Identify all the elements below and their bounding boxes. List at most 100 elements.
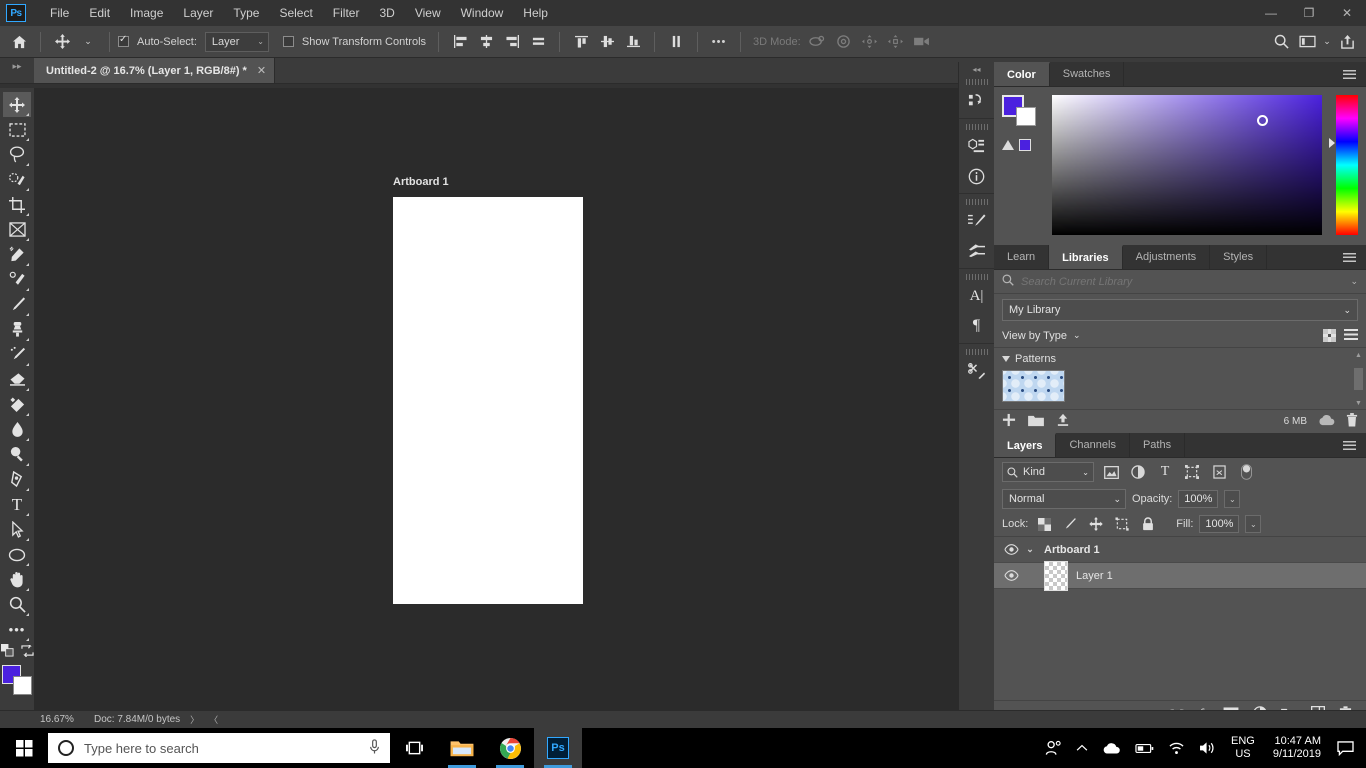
distribute-horizontal-icon[interactable]: [525, 30, 551, 54]
gamut-warning-row[interactable]: [1002, 139, 1031, 151]
panel-grip[interactable]: [965, 79, 988, 85]
expand-panels-icon[interactable]: ◂◂: [959, 62, 994, 76]
tool-move-tool[interactable]: [3, 92, 31, 117]
libraries-panel-menu-icon[interactable]: [1333, 245, 1366, 269]
volume-icon[interactable]: [1192, 728, 1223, 768]
tool-zoom-tool[interactable]: [3, 592, 31, 617]
more-options-button[interactable]: •••: [706, 30, 732, 54]
align-left-edges-icon[interactable]: [447, 30, 473, 54]
show-transform-checkbox[interactable]: Show Transform Controls: [282, 36, 430, 48]
menu-view[interactable]: View: [405, 2, 451, 24]
fill-value[interactable]: 100%: [1199, 515, 1240, 533]
info-icon[interactable]: [962, 161, 992, 191]
restore-button[interactable]: ❐: [1290, 0, 1328, 26]
microphone-icon[interactable]: [369, 738, 380, 758]
color-panel-menu-icon[interactable]: [1333, 62, 1366, 86]
search-icon[interactable]: [1268, 30, 1294, 54]
tool-history-brush-tool[interactable]: [3, 342, 31, 367]
add-icon[interactable]: [1002, 413, 1016, 430]
tab-color[interactable]: Color: [994, 62, 1050, 86]
minimize-button[interactable]: —: [1252, 0, 1290, 26]
tab-learn[interactable]: Learn: [994, 245, 1050, 269]
filter-kind-dropdown[interactable]: Kind ⌄: [1002, 462, 1094, 482]
tool-crop-tool[interactable]: [3, 192, 31, 217]
filter-toggle-icon[interactable]: [1236, 463, 1256, 481]
language-indicator[interactable]: ENG US: [1223, 735, 1263, 761]
hue-slider-handle[interactable]: [1329, 138, 1336, 148]
canvas-area[interactable]: Artboard 1 ▲ ▼: [34, 88, 994, 728]
distribute-vertical-icon[interactable]: [663, 30, 689, 54]
taskbar-app-file-explorer[interactable]: [438, 728, 486, 768]
color-panel-background-swatch[interactable]: [1016, 107, 1036, 126]
library-scroll-thumb[interactable]: [1354, 368, 1363, 390]
tool-hand-tool[interactable]: [3, 567, 31, 592]
collapse-panels-icon[interactable]: ▸▸: [0, 58, 34, 83]
tool-edit-toolbar[interactable]: •••: [3, 617, 31, 642]
tab-channels[interactable]: Channels: [1056, 433, 1130, 457]
opacity-stepper[interactable]: ⌄: [1224, 490, 1241, 508]
battery-icon[interactable]: [1128, 728, 1161, 768]
group-expand-icon[interactable]: ⌄: [1022, 544, 1038, 555]
gamut-warning-icon[interactable]: [1002, 140, 1014, 150]
taskbar-app-photoshop[interactable]: Ps: [534, 728, 582, 768]
panel-grip[interactable]: [965, 349, 988, 355]
align-right-edges-icon[interactable]: [499, 30, 525, 54]
type-filter-icon[interactable]: T: [1155, 463, 1175, 481]
pixel-filter-icon[interactable]: [1101, 463, 1121, 481]
layer-list[interactable]: ⌄ Artboard 1 Layer 1: [994, 536, 1366, 700]
tool-preset-chevron-icon[interactable]: ⌄: [75, 30, 101, 54]
tool-pen-tool[interactable]: [3, 467, 31, 492]
layer-thumbnail[interactable]: [1044, 560, 1068, 591]
background-color-swatch[interactable]: [13, 676, 32, 695]
opacity-value[interactable]: 100%: [1178, 490, 1219, 508]
view-by-type-label[interactable]: View by Type: [1002, 330, 1067, 342]
menu-layer[interactable]: Layer: [173, 2, 223, 24]
canvas-viewport[interactable]: Artboard 1: [34, 88, 978, 710]
default-colors-icon[interactable]: [0, 644, 14, 660]
grid-view-icon[interactable]: [1323, 329, 1336, 342]
align-bottom-edges-icon[interactable]: [620, 30, 646, 54]
auto-select-scope-dropdown[interactable]: Layer ⌄: [204, 31, 269, 52]
align-top-edges-icon[interactable]: [568, 30, 594, 54]
zoom-level[interactable]: 16.67%: [0, 714, 74, 725]
tool-brush-tool[interactable]: [3, 292, 31, 317]
close-button[interactable]: ✕: [1328, 0, 1366, 26]
share-icon[interactable]: [1334, 30, 1360, 54]
panel-grip[interactable]: [965, 199, 988, 205]
color-picker-handle[interactable]: [1256, 115, 1268, 126]
tool-path-selection-tool[interactable]: [3, 517, 31, 542]
foreground-background-colors[interactable]: [2, 665, 32, 695]
task-view-icon[interactable]: [390, 728, 438, 768]
cloud-sync-icon[interactable]: [1318, 414, 1335, 429]
lock-transparency-icon[interactable]: [1034, 515, 1054, 533]
hue-slider[interactable]: [1329, 95, 1358, 235]
character-icon[interactable]: A|: [962, 281, 992, 311]
view-by-chevron-icon[interactable]: ⌄: [1073, 330, 1081, 341]
people-icon[interactable]: [1038, 728, 1069, 768]
workspace-chevron-icon[interactable]: ⌄: [1320, 30, 1334, 54]
library-selector-dropdown[interactable]: My Library ⌄: [1002, 299, 1358, 321]
menu-3d[interactable]: 3D: [369, 2, 404, 24]
lock-image-icon[interactable]: [1060, 515, 1080, 533]
tool-eraser-tool[interactable]: [3, 367, 31, 392]
action-center-icon[interactable]: [1331, 740, 1364, 756]
tab-swatches[interactable]: Swatches: [1050, 62, 1125, 86]
upload-icon[interactable]: [1056, 413, 1070, 430]
tab-adjustments[interactable]: Adjustments: [1123, 245, 1211, 269]
tool-quick-selection-tool[interactable]: [3, 167, 31, 192]
tool-clone-stamp-tool[interactable]: [3, 317, 31, 342]
windows-start-icon[interactable]: [0, 728, 48, 768]
menu-filter[interactable]: Filter: [323, 2, 370, 24]
disclosure-triangle-icon[interactable]: [1002, 356, 1010, 362]
adjustment-filter-icon[interactable]: [1128, 463, 1148, 481]
tab-layers[interactable]: Layers: [994, 433, 1057, 457]
tool-type-tool[interactable]: T: [3, 492, 31, 517]
menu-type[interactable]: Type: [223, 2, 269, 24]
color-panel-swatches[interactable]: [1002, 95, 1036, 126]
delete-icon[interactable]: [1346, 413, 1358, 430]
search-input[interactable]: [1021, 275, 1344, 288]
brush-settings-icon[interactable]: [962, 206, 992, 236]
tool-gradient-tool[interactable]: [3, 392, 31, 417]
scroll-up-icon[interactable]: ▲: [1353, 352, 1364, 359]
tool-presets-icon[interactable]: [962, 356, 992, 386]
